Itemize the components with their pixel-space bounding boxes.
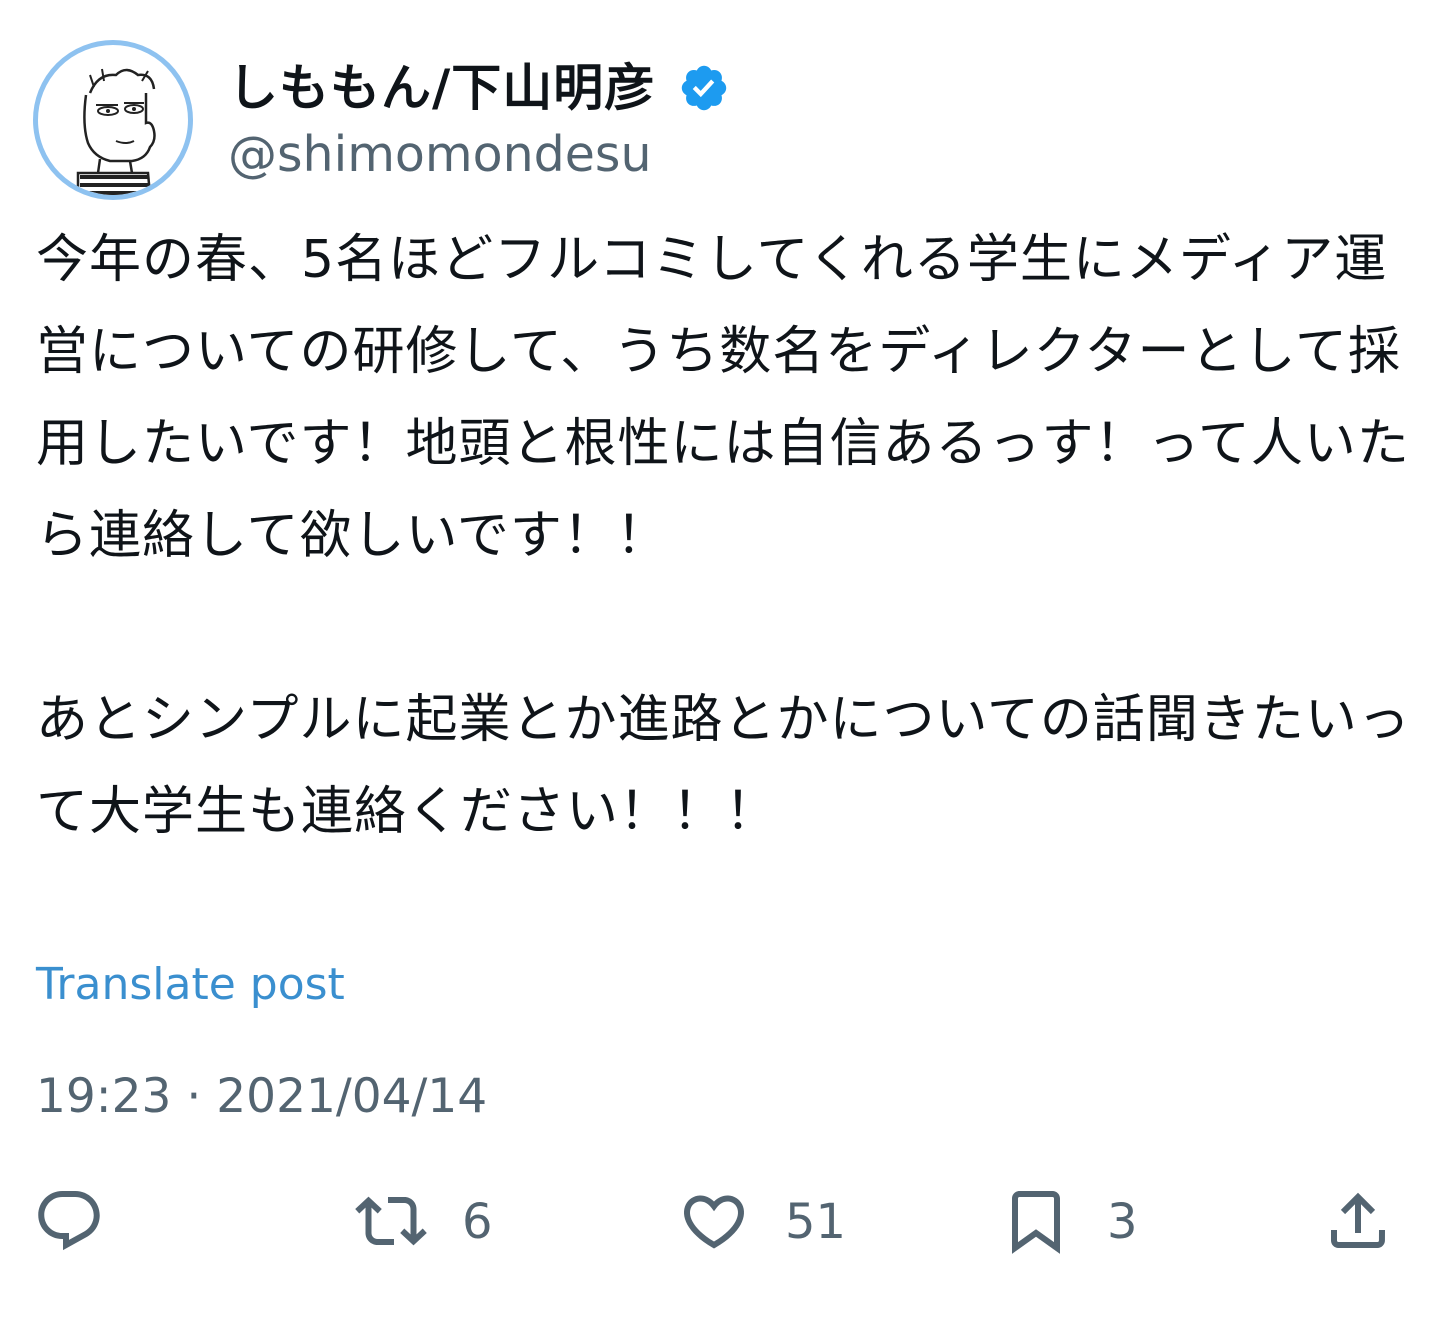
repost-icon[interactable] bbox=[355, 1185, 427, 1257]
bookmark-icon[interactable] bbox=[1000, 1185, 1072, 1257]
like-count: 51 bbox=[785, 1194, 847, 1250]
post-text: 今年の春、5名ほどフルコミしてくれる学生にメディア運営についての研修して、うち数… bbox=[36, 230, 1411, 842]
bookmark-count: 3 bbox=[1107, 1194, 1138, 1250]
avatar[interactable] bbox=[33, 40, 193, 200]
reply-icon[interactable] bbox=[33, 1185, 105, 1257]
repost-count: 6 bbox=[462, 1194, 493, 1250]
verified-badge-icon bbox=[681, 65, 727, 111]
post-timestamp[interactable]: 19:23 · 2021/04/14 bbox=[36, 1065, 487, 1129]
share-icon[interactable] bbox=[1322, 1185, 1394, 1257]
translate-post-link[interactable]: Translate post bbox=[36, 955, 345, 1015]
display-name[interactable]: しももん/下山明彦 bbox=[228, 56, 655, 120]
cartoon-character-avatar bbox=[76, 68, 156, 195]
user-handle[interactable]: @shimomondesu bbox=[228, 124, 652, 186]
heart-icon[interactable] bbox=[678, 1185, 750, 1257]
